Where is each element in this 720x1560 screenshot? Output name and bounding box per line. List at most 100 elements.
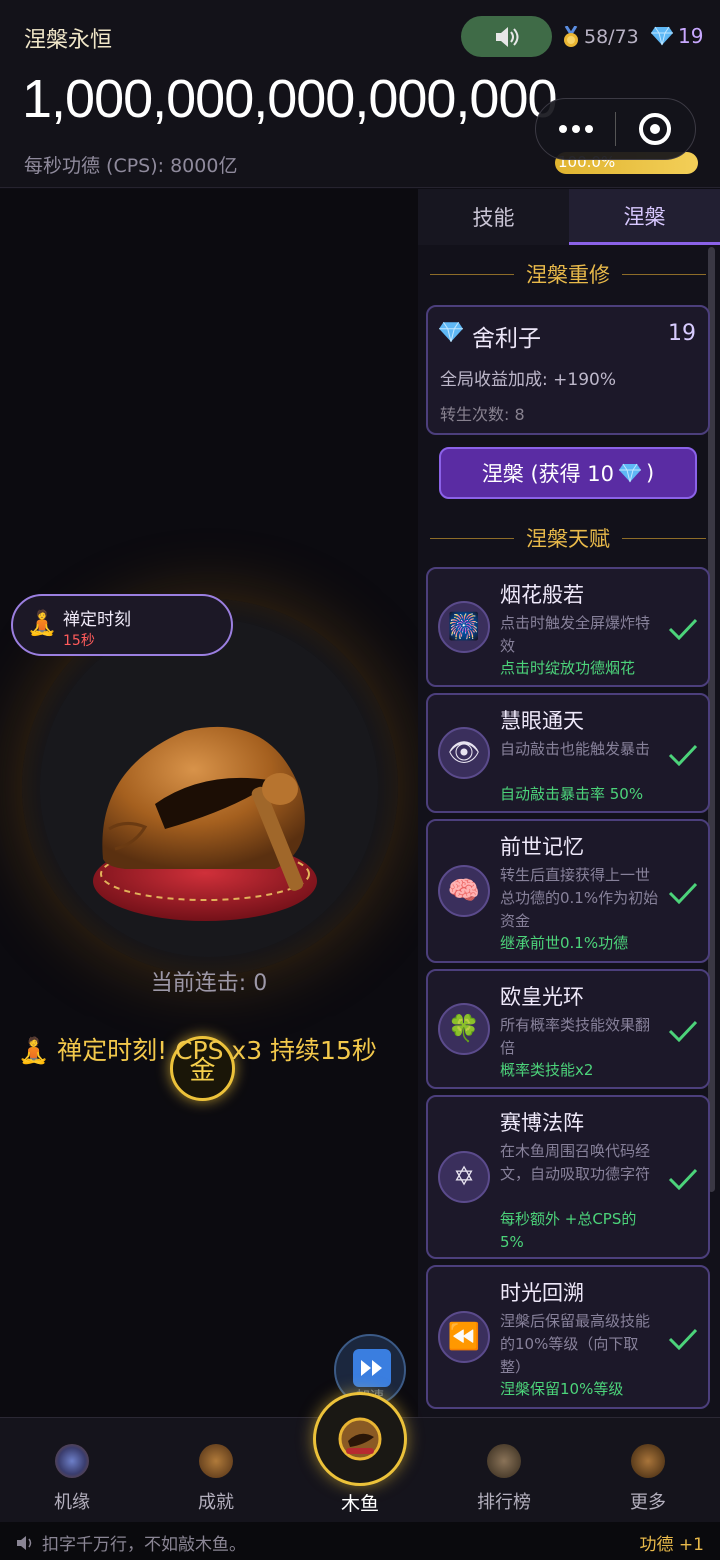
fast-forward-icon <box>353 1349 391 1387</box>
talent-title: 欧皇光环 <box>500 985 584 1009</box>
talent-card-past-life[interactable]: 🧠 前世记忆 转生后直接获得上一世总功德的0.1%作为初始资金 继承前世0.1%… <box>426 819 710 963</box>
talent-section-title: 涅槃天赋 <box>526 527 610 551</box>
nav-label: 更多 <box>630 1492 666 1513</box>
talent-description: 所有概率类技能效果翻倍 <box>500 1016 651 1057</box>
zen-moment-banner: 🧘 禅定时刻! CPS x3 持续15秒 <box>18 1031 377 1067</box>
talent-description: 转生后直接获得上一世总功德的0.1%作为初始资金 <box>500 866 659 930</box>
relic-card: 舍利子 19 全局收益加成: +190% 转生次数: 8 <box>426 305 710 435</box>
check-icon <box>668 618 698 640</box>
diamond-icon <box>651 26 673 46</box>
talent-description: 在木鱼周围召唤代码经文，自动吸取功德字符 <box>500 1142 651 1183</box>
sound-toggle-button[interactable] <box>461 16 552 57</box>
gem-counter[interactable]: 19 <box>650 24 703 48</box>
medal-icon <box>564 26 578 47</box>
talent-effect: 概率类技能x2 <box>500 1061 594 1079</box>
status-footer: 扣字千万行，不如敲木鱼。 功德 +1 <box>0 1522 720 1560</box>
zen-badge-name: 禅定时刻 <box>63 610 131 630</box>
check-icon <box>668 1168 698 1190</box>
talent-section-header: 涅槃天赋 <box>430 523 706 553</box>
tab-nirvana[interactable]: 涅槃 <box>569 189 720 245</box>
medal-count: 58/73 <box>584 26 639 48</box>
miniprogram-capsule <box>535 98 696 160</box>
clover-icon: 🍀 <box>438 1003 490 1055</box>
target-icon <box>639 113 672 145</box>
rebirth-section-title: 涅槃重修 <box>526 263 610 287</box>
top-header: 涅槃永恒 58/73 19 1,000,000,000,000,000 每秒功德… <box>0 0 720 188</box>
wooden-fish-image[interactable] <box>85 709 345 939</box>
app-title: 涅槃永恒 <box>24 28 113 53</box>
leaderboard-icon <box>487 1444 521 1478</box>
fireworks-icon: 🎆 <box>438 601 490 653</box>
talent-card-wisdom-eye[interactable]: 👁 慧眼通天 自动敲击也能触发暴击 自动敲击暴击率 50% <box>426 693 710 813</box>
nirvana-button[interactable]: 涅槃 (获得 10 ) <box>439 447 697 499</box>
wooden-fish-area: 🧘 禅定时刻 15秒 当前连击: 0 金 🧘 禅定时刻! CPS x3 持续15… <box>0 189 418 1417</box>
achievement-icon <box>199 1444 233 1478</box>
footer-message: 扣字千万行，不如敲木鱼。 <box>16 1530 246 1555</box>
cps-text: 每秒功德 (CPS): 8000亿 <box>24 155 238 177</box>
talent-effect: 点击时绽放功德烟花 <box>500 659 636 677</box>
talent-title: 前世记忆 <box>500 835 584 859</box>
nirvana-button-close: ) <box>646 461 655 485</box>
check-icon <box>668 1020 698 1042</box>
talent-effect: 继承前世0.1%功德 <box>500 934 629 952</box>
nirvana-button-label: 涅槃 (获得 10 <box>481 462 615 486</box>
nav-label: 机缘 <box>54 1492 90 1513</box>
diamond-icon <box>439 321 463 342</box>
merit-gain: 功德 +1 <box>639 1535 704 1555</box>
talent-card-lucky-aura[interactable]: 🍀 欧皇光环 所有概率类技能效果翻倍 概率类技能x2 <box>426 969 710 1089</box>
nav-item-fortune[interactable]: 机缘 <box>0 1418 144 1523</box>
talent-card-fireworks[interactable]: 🎆 烟花般若 点击时触发全屏爆炸特效 点击时绽放功德烟花 <box>426 567 710 687</box>
more-icon <box>631 1444 665 1478</box>
achievement-counter[interactable]: 58/73 <box>562 26 639 48</box>
side-panel: 技能 涅槃 涅槃重修 舍利子 19 全局收益加成: +190% 转生次数: 8 … <box>418 189 720 1417</box>
tab-skills[interactable]: 技能 <box>418 189 569 245</box>
eye-icon: 👁 <box>438 727 490 779</box>
meditation-icon: 🧘 <box>27 609 57 637</box>
nav-item-achievement[interactable]: 成就 <box>144 1418 288 1523</box>
talent-description: 点击时触发全屏爆炸特效 <box>500 614 651 655</box>
talent-title: 烟花般若 <box>500 583 584 607</box>
speaker-icon <box>495 26 518 47</box>
talent-effect: 每秒额外 +总CPS的5% <box>500 1210 637 1251</box>
check-icon <box>668 882 698 904</box>
nav-label: 排行榜 <box>477 1492 531 1513</box>
fortune-icon <box>55 1444 89 1478</box>
talent-title: 慧眼通天 <box>500 709 584 733</box>
rebirth-count: 转生次数: 8 <box>440 405 525 424</box>
talent-title: 时光回溯 <box>500 1281 584 1305</box>
rebirth-section-header: 涅槃重修 <box>430 259 706 289</box>
combo-counter: 当前连击: 0 <box>150 971 268 996</box>
brain-icon: 🧠 <box>438 865 490 917</box>
nav-label-active[interactable]: 木鱼 <box>288 1489 432 1516</box>
merit-total: 1,000,000,000,000,000 <box>22 69 558 129</box>
wooden-fish-icon <box>338 1417 382 1461</box>
zen-banner-text: 禅定时刻! CPS x3 持续15秒 <box>57 1036 377 1065</box>
talent-effect: 涅槃保留10%等级 <box>500 1380 624 1398</box>
hexagram-icon: ✡ <box>438 1151 490 1203</box>
more-options-button[interactable] <box>536 125 615 133</box>
check-icon <box>668 1328 698 1350</box>
nav-item-leaderboard[interactable]: 排行榜 <box>432 1418 576 1523</box>
talent-description: 自动敲击也能触发暴击 <box>500 740 651 758</box>
nav-label: 成就 <box>198 1492 234 1513</box>
gem-count: 19 <box>678 24 704 48</box>
close-miniprogram-button[interactable] <box>616 113 695 145</box>
relic-count: 19 <box>668 321 696 346</box>
nav-item-more[interactable]: 更多 <box>576 1418 720 1523</box>
talent-description: 涅槃后保留最高级技能的10%等级（向下取整） <box>500 1312 651 1376</box>
relic-name: 舍利子 <box>472 326 541 352</box>
talent-effect: 自动敲击暴击率 50% <box>500 785 644 803</box>
relic-bonus: 全局收益加成: +190% <box>440 370 616 390</box>
panel-tabs: 技能 涅槃 <box>418 189 720 245</box>
talent-title: 赛博法阵 <box>500 1111 584 1135</box>
zen-moment-badge: 🧘 禅定时刻 15秒 <box>11 594 233 656</box>
footer-message-text: 扣字千万行，不如敲木鱼。 <box>42 1535 246 1555</box>
rewind-icon: ⏪ <box>438 1311 490 1363</box>
speaker-icon <box>17 1535 32 1550</box>
talent-card-time-rewind[interactable]: ⏪ 时光回溯 涅槃后保留最高级技能的10%等级（向下取整） 涅槃保留10%等级 <box>426 1265 710 1409</box>
diamond-icon <box>619 463 642 483</box>
nav-item-wooden-fish[interactable] <box>313 1392 407 1486</box>
talent-card-cyber-array[interactable]: ✡ 赛博法阵 在木鱼周围召唤代码经文，自动吸取功德字符 每秒额外 +总CPS的5… <box>426 1095 710 1259</box>
zen-badge-timer: 15秒 <box>63 633 95 649</box>
meditation-icon: 🧘 <box>18 1036 50 1065</box>
